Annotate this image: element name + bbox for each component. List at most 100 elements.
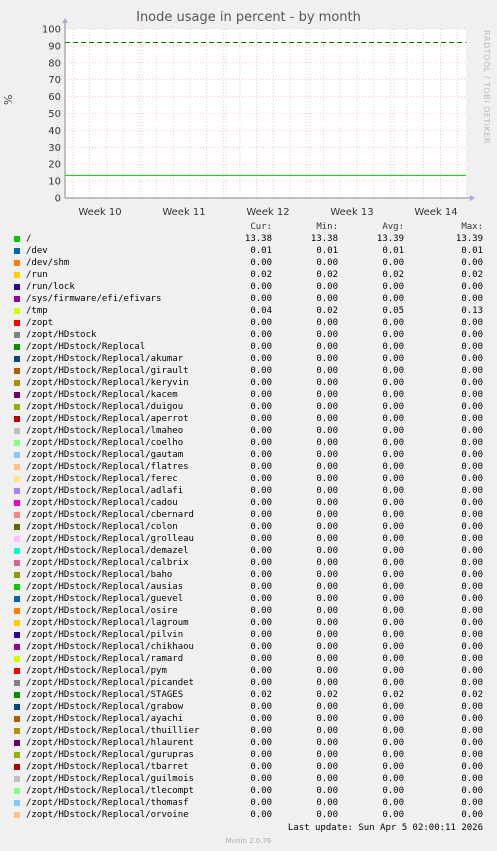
y-tick-label: 90 — [48, 41, 61, 52]
legend-swatch — [14, 584, 20, 590]
legend-swatch — [14, 560, 20, 566]
legend-row: /zopt/HDstock/Replocal/duigou 0.00 0.00 0.0… — [0, 402, 497, 414]
legend-row: /zopt/HDstock/Replocal/ayachi 0.00 0.00 0.0… — [0, 714, 497, 726]
legend-row: /zopt/HDstock/Replocal/guevel 0.00 0.00 0.0… — [0, 594, 497, 606]
legend-avg-value: 0.00 — [382, 678, 404, 688]
legend-label: /zopt/HDstock/Replocal/coelho — [26, 438, 184, 448]
legend-cur-value: 0.00 — [250, 726, 272, 736]
legend-swatch — [14, 344, 20, 350]
legend-swatch — [14, 728, 20, 734]
legend-label: /zopt/HDstock/Replocal/keryvin — [26, 378, 189, 388]
legend-swatch — [14, 524, 20, 530]
legend-row: /zopt/HDstock/Replocal/grolleau 0.00 0.00 0… — [0, 534, 497, 546]
legend-row: /zopt/HDstock/Replocal/cadou 0.00 0.00 0.00… — [0, 498, 497, 510]
legend-label: /zopt/HDstock/Replocal/flatres — [26, 462, 189, 472]
legend-avg-value: 0.00 — [382, 810, 404, 820]
legend-label: /zopt/HDstock/Replocal/pilvin — [26, 630, 184, 640]
legend-min-value: 0.00 — [316, 726, 338, 736]
legend-label: /zopt/HDstock/Replocal/guilmois — [26, 774, 194, 784]
legend-max-value: 0.00 — [461, 774, 483, 784]
legend-swatch — [14, 392, 20, 398]
legend-min-value: 0.00 — [316, 582, 338, 592]
legend-min-value: 0.02 — [316, 690, 338, 700]
legend-max-value: 0.00 — [461, 642, 483, 652]
legend-avg-value: 0.00 — [382, 450, 404, 460]
legend-min-value: 0.00 — [316, 546, 338, 556]
legend-cur-value: 0.00 — [250, 654, 272, 664]
legend-min-value: 0.00 — [316, 534, 338, 544]
legend-min-value: 0.00 — [316, 618, 338, 628]
legend-label: /dev — [26, 246, 48, 256]
legend-label: /zopt/HDstock/Replocal/ausias — [26, 582, 184, 592]
legend-row: /zopt/HDstock/Replocal/adlafi 0.00 0.00 0.0… — [0, 486, 497, 498]
legend-max-value: 0.00 — [461, 534, 483, 544]
legend-cur-value: 0.00 — [250, 606, 272, 616]
legend-avg-value: 0.00 — [382, 330, 404, 340]
legend-max-value: 0.00 — [461, 522, 483, 532]
legend-swatch — [14, 548, 20, 554]
legend-swatch — [14, 476, 20, 482]
legend-cur-value: 0.00 — [250, 534, 272, 544]
legend-label: /zopt/HDstock/Replocal/tlecompt — [26, 786, 194, 796]
legend-swatch — [14, 716, 20, 722]
legend-cur-value: 0.00 — [250, 342, 272, 352]
legend-max-value: 0.00 — [461, 498, 483, 508]
legend-header: Avg: — [382, 222, 404, 232]
legend-max-value: 0.01 — [461, 246, 483, 256]
legend-row: /zopt/HDstock/Replocal/tlecompt 0.00 0.00 0… — [0, 786, 497, 798]
legend-row: /zopt/HDstock/Replocal/thuillier 0.00 0.00… — [0, 726, 497, 738]
legend-cur-value: 0.00 — [250, 798, 272, 808]
legend-row: /zopt/HDstock/Replocal/picandet 0.00 0.00 0… — [0, 678, 497, 690]
legend-row: /zopt 0.00 0.00 0.00 0.00 — [0, 318, 497, 330]
legend-avg-value: 0.00 — [382, 474, 404, 484]
x-tick-label: Week 11 — [162, 207, 205, 218]
chart-plot: 0102030405060708090100Week 10 Week 11 Week… — [42, 18, 475, 218]
legend-cur-value: 0.00 — [250, 558, 272, 568]
legend-avg-value: 0.00 — [382, 438, 404, 448]
legend-avg-value: 0.00 — [382, 354, 404, 364]
y-tick-label: 20 — [48, 160, 61, 171]
legend-swatch — [14, 512, 20, 518]
legend-avg-value: 0.00 — [382, 786, 404, 796]
legend-swatch — [14, 404, 20, 410]
x-axis-arrow — [470, 195, 475, 201]
legend-swatch — [14, 644, 20, 650]
legend-max-value: 0.00 — [461, 294, 483, 304]
legend-cur-value: 0.00 — [250, 414, 272, 424]
legend-max-value: 0.00 — [461, 654, 483, 664]
x-tick-label: Week 14 — [414, 207, 457, 218]
x-tick-label: Week 10 — [78, 207, 121, 218]
legend-row: /zopt/HDstock/Replocal/pym 0.00 0.00 0.00 0.… — [0, 666, 497, 678]
legend-label: /zopt/HDstock/Replocal/grolleau — [26, 534, 194, 544]
legend-cur-value: 0.00 — [250, 750, 272, 760]
legend-cur-value: 0.00 — [250, 594, 272, 604]
legend-avg-value: 0.02 — [382, 690, 404, 700]
legend-cur-value: 0.00 — [250, 402, 272, 412]
legend-min-value: 0.00 — [316, 474, 338, 484]
legend-row: /zopt/HDstock/Replocal/chikhaou 0.00 0.00 0… — [0, 642, 497, 654]
legend-swatch — [14, 800, 20, 806]
legend-avg-value: 0.00 — [382, 294, 404, 304]
legend-min-value: 0.00 — [316, 378, 338, 388]
legend-min-value: 0.00 — [316, 522, 338, 532]
legend-cur-value: 0.01 — [250, 246, 272, 256]
legend-cur-value: 0.00 — [250, 630, 272, 640]
legend-swatch — [14, 596, 20, 602]
legend-avg-value: 0.00 — [382, 654, 404, 664]
legend-swatch — [14, 680, 20, 686]
y-tick-label: 10 — [48, 177, 61, 188]
legend-row: /zopt/HDstock/Replocal/aperrot 0.00 0.00 0.… — [0, 414, 497, 426]
legend-row: /zopt/HDstock/Replocal/thomasf 0.00 0.00 0.… — [0, 798, 497, 810]
legend-max-value: 0.13 — [461, 306, 483, 316]
legend-row: /zopt/HDstock/Replocal/STAGES 0.02 0.02 0.0… — [0, 690, 497, 702]
legend-avg-value: 0.00 — [382, 414, 404, 424]
legend-row: /zopt/HDstock 0.00 0.00 0.00 0.00 — [0, 330, 497, 342]
legend-min-value: 0.00 — [316, 258, 338, 268]
legend-cur-value: 0.00 — [250, 762, 272, 772]
legend-swatch — [14, 752, 20, 758]
legend-label: /zopt/HDstock/Replocal/akumar — [26, 354, 184, 364]
legend-label: /zopt — [26, 318, 54, 328]
legend-label: /zopt/HDstock/Replocal/gurupras — [26, 750, 194, 760]
legend-min-value: 0.00 — [316, 774, 338, 784]
legend-min-value: 0.00 — [316, 594, 338, 604]
